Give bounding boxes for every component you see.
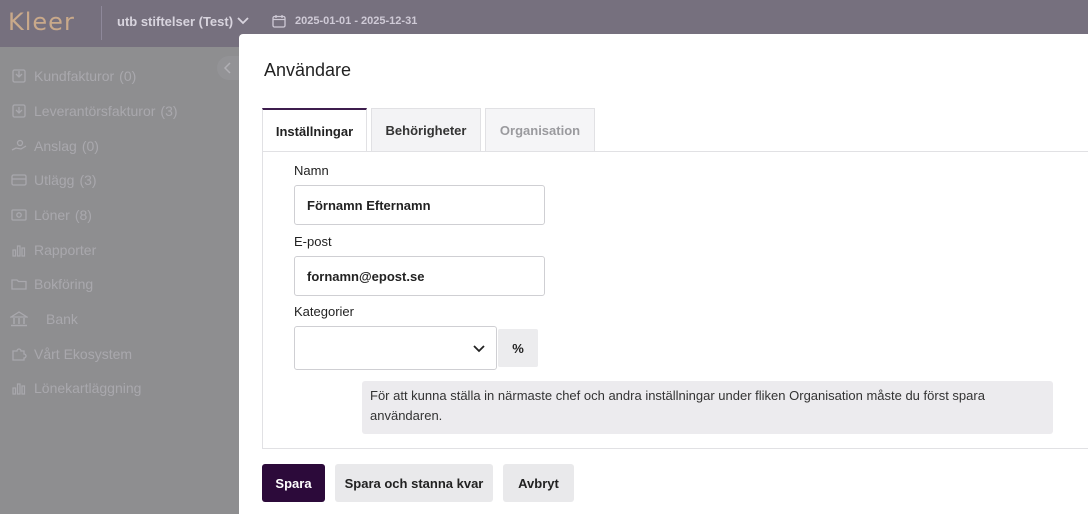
chevron-left-icon [223,62,231,74]
sidebar-item-label: Rapporter [34,242,97,258]
save-button[interactable]: Spara [262,464,325,502]
sidebar-item-label: Utlägg [34,172,75,188]
sidebar-item-loner[interactable]: Löner (8) [10,207,92,223]
sidebar-item-count: (3) [160,103,178,119]
sidebar-item-label: Leverantörsfakturor [34,103,156,119]
sidebar-item-rapporter[interactable]: Rapporter [10,242,96,258]
kleer-logo[interactable]: Kleer [8,8,75,36]
tab-organisation: Organisation [485,108,595,152]
bar-chart-icon [10,380,28,396]
tab-installningar[interactable]: Inställningar [262,108,367,152]
puzzle-icon [10,346,28,362]
chevron-down-icon[interactable] [236,13,250,27]
info-note: För att kunna ställa in närmaste chef oc… [362,381,1053,434]
folder-icon [10,276,28,292]
sidebar-item-count: (8) [74,207,92,223]
money-icon [10,207,28,223]
name-field[interactable]: Förnamn Efternamn [294,185,545,225]
category-select[interactable] [294,326,497,370]
sidebar-collapse-button[interactable] [217,56,239,80]
sidebar-item-label: Bokföring [34,276,94,292]
card-icon [10,172,28,188]
sidebar-item-leverantorsfakturor[interactable]: Leverantörsfakturor (3) [10,103,178,119]
tab-behorigheter[interactable]: Behörigheter [371,108,481,152]
save-and-stay-button[interactable]: Spara och stanna kvar [335,464,493,502]
organization-selector[interactable]: utb stiftelser (Test) [117,14,233,29]
bar-chart-icon [10,242,28,258]
bank-icon [10,311,28,327]
sidebar-item-vart-ekosystem[interactable]: Vårt Ekosystem [10,346,132,362]
user-panel: Användare Inställningar Behörigheter Org… [239,34,1088,514]
calendar-icon [272,15,286,28]
name-label: Namn [294,163,329,178]
divider [101,6,102,40]
category-label: Kategorier [294,304,354,319]
sidebar-item-label: Anslag [34,138,77,154]
sidebar-item-label: Lönekartläggning [34,380,142,396]
email-field[interactable]: fornamn@epost.se [294,256,545,296]
chevron-down-icon [473,345,485,353]
sidebar-item-label: Kundfakturor [34,68,115,84]
percent-button[interactable]: % [498,329,538,367]
sidebar-item-label: Bank [46,311,78,327]
invoice-in-icon [10,68,28,84]
sidebar-item-lonekartlaggning[interactable]: Lönekartläggning [10,380,141,396]
sidebar-item-bokforing[interactable]: Bokföring [10,276,93,292]
sidebar-item-label: Vårt Ekosystem [34,346,133,362]
sidebar-item-utlagg[interactable]: Utlägg (3) [10,172,97,188]
sidebar-item-count: (0) [119,68,137,84]
sidebar-item-count: (0) [81,138,99,154]
invoice-out-icon [10,103,28,119]
fiscal-year-range[interactable]: 2025-01-01 - 2025-12-31 [295,15,417,27]
hand-coin-icon [10,138,28,154]
sidebar-item-anslag[interactable]: Anslag (0) [10,138,99,154]
cancel-button[interactable]: Avbryt [503,464,574,502]
sidebar-item-bank[interactable]: Bank [10,311,78,327]
panel-title: Användare [264,60,352,80]
email-label: E-post [294,234,332,249]
sidebar-item-kundfakturor[interactable]: Kundfakturor (0) [10,68,136,84]
sidebar-item-label: Löner [34,207,70,223]
sidebar-item-count: (3) [79,172,97,188]
